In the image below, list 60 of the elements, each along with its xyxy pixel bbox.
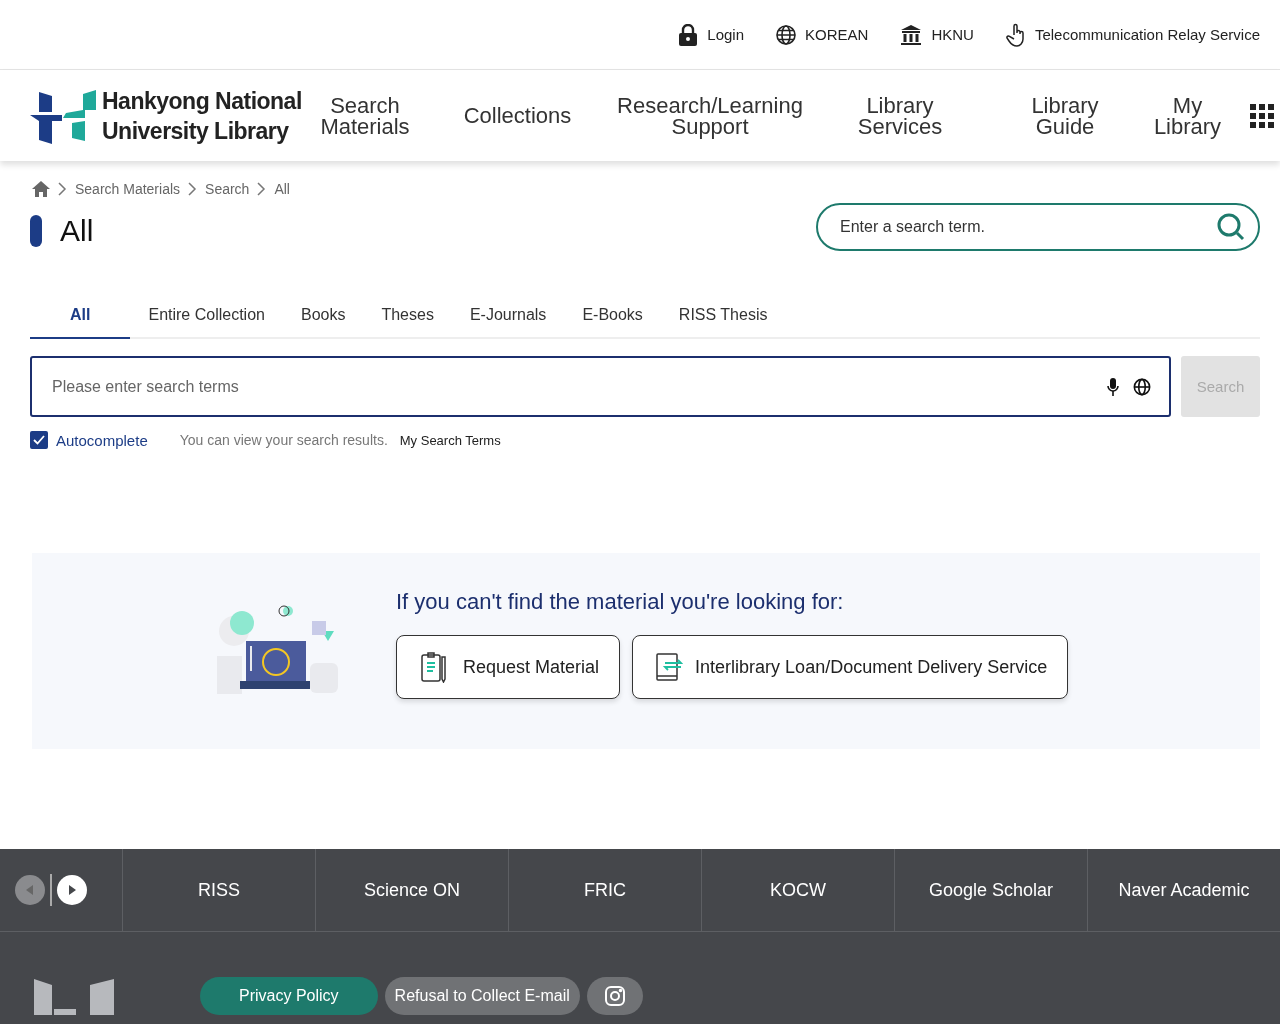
chevron-right-icon [58,182,67,196]
site-link[interactable]: FRIC [509,849,702,931]
policy-link[interactable]: Privacy Policy [200,977,378,1015]
policy-link[interactable]: Refusal to Collect E-mail [384,977,580,1015]
divider-line [50,874,52,906]
utility-link[interactable]: KOREAN [776,24,869,45]
nav-item[interactable]: Collections [420,105,615,126]
search-bar[interactable]: Please enter search terms [30,356,1171,417]
logo-mark-icon [30,87,96,144]
instagram-icon [603,985,626,1007]
search-tab[interactable]: Theses [363,293,452,339]
breadcrumb-link[interactable]: Search Materials [75,181,181,197]
service-button[interactable]: Request Material [396,635,621,699]
instagram-button[interactable] [586,977,643,1015]
search-tab[interactable]: E-Journals [451,293,565,339]
search-tab[interactable]: Entire Collection [130,293,283,339]
service-button[interactable]: Interlibrary Loan/Document Delivery Service [632,635,1069,699]
search-hint: You can view your search results. [179,432,388,448]
nav-item[interactable]: Research/Learning Support [615,94,805,137]
utility-link[interactable]: HKNU [900,24,974,45]
search-tab[interactable]: All [30,293,131,339]
utility-link[interactable]: Login [678,23,744,46]
footer-logo-icon [34,979,114,1015]
title-marker [30,215,42,247]
chevron-right-icon [257,182,267,196]
home-icon[interactable] [32,181,50,197]
previous-icon[interactable] [14,874,46,906]
site-link[interactable]: Naver Academic [1088,849,1280,931]
site-link[interactable]: Google Scholar [895,849,1088,931]
site-link[interactable]: RISS [123,849,316,931]
search-tab[interactable]: Books [282,293,364,339]
nav-item[interactable]: My Library [1135,94,1240,137]
building-icon [900,24,923,45]
quick-search-field[interactable]: Enter a search term. [838,217,1216,237]
apps-grid-icon[interactable] [1250,103,1274,128]
nav-item[interactable]: Search Materials [310,94,420,137]
lock-icon [678,23,699,46]
logo-text: Hankyong National University Library [102,86,302,146]
nav-item[interactable]: Library Guide [995,94,1135,137]
page-title: All [60,214,94,248]
search-icon[interactable] [1216,212,1246,242]
chevron-right-icon [188,182,198,196]
site-link[interactable]: Science ON [316,849,509,931]
nav-item[interactable]: Library Services [805,94,995,137]
breadcrumb-link[interactable]: All [274,181,290,197]
breadcrumb-link[interactable]: Search [205,181,250,197]
play-icon[interactable] [56,874,88,906]
search-tab[interactable]: E-Books [564,293,661,339]
hand-icon [1005,22,1026,47]
autocomplete-checkbox[interactable]: Autocomplete [30,431,148,449]
microphone-icon[interactable] [1107,377,1119,396]
quick-search-bar[interactable]: Enter a search term. [816,203,1260,251]
globe-icon[interactable] [1133,377,1151,396]
search-tab[interactable]: RISS Thesis [660,293,786,339]
notice-heading: If you can't find the material you're looking for: [396,589,845,615]
document-exchange-icon [655,652,684,682]
my-search-terms-link[interactable]: My Search Terms [399,432,501,448]
globe-icon [776,24,796,45]
utility-link[interactable]: Telecommunication Relay Service [1005,22,1260,47]
site-link[interactable]: KOCW [702,849,895,931]
